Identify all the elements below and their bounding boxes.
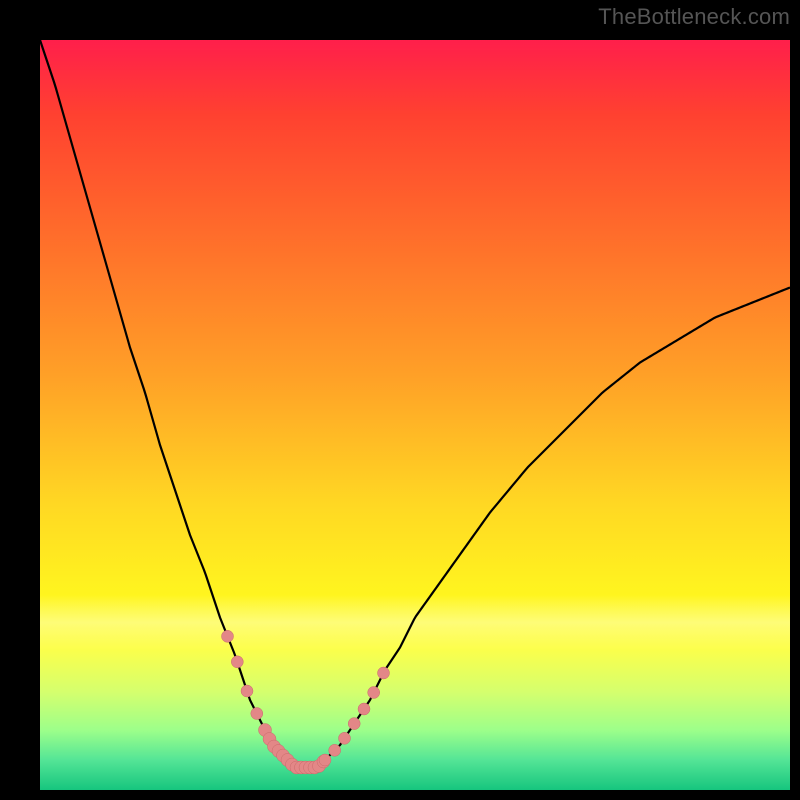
curve-line [40,40,790,768]
curve-marker [339,732,351,744]
curve-marker [241,685,253,697]
curve-marker [251,708,263,720]
plot-area [40,40,790,790]
curve-marker [329,744,341,756]
curve-markers [222,630,390,774]
curve-marker [378,667,390,679]
curve-marker [368,687,380,699]
curve-marker [222,630,234,642]
curve-marker [348,718,360,730]
chart-frame: TheBottleneck.com [0,0,800,800]
curve-marker [231,656,243,668]
curve-marker [319,754,331,766]
watermark-text: TheBottleneck.com [598,4,790,30]
bottleneck-curve [40,40,790,790]
curve-marker [358,703,370,715]
